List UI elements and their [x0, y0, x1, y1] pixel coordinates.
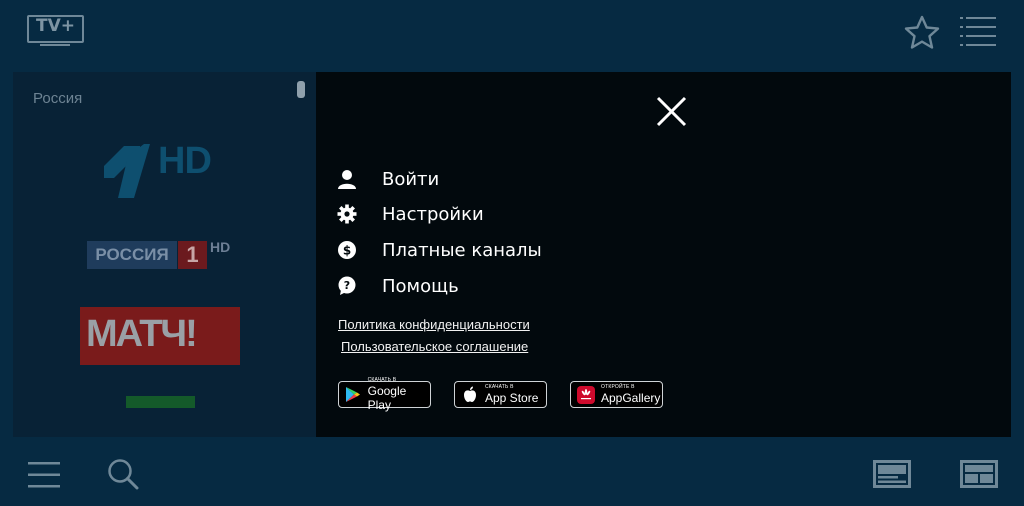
user-agreement-link[interactable]: Пользовательское соглашение [341, 339, 528, 354]
store-small-text: СКАЧАТЬ В [485, 384, 514, 390]
rossiya-hd: HD [210, 239, 231, 255]
user-icon [336, 168, 358, 190]
logo-stand [40, 44, 70, 46]
rossiya-one: 1 [178, 241, 207, 269]
channel-logo-rossiya-1-hd[interactable]: РОССИЯ 1 HD [87, 239, 237, 271]
menu-item-settings[interactable]: Настройки [336, 200, 484, 228]
gear-icon [336, 203, 358, 225]
store-name: Google Play [367, 384, 407, 412]
store-small-text: СКАЧАТЬ В [367, 377, 397, 383]
menu-item-label: Войти [382, 168, 440, 190]
match-text: МАТЧ! [86, 313, 198, 355]
app-gallery-button[interactable]: ОТКРОЙТЕ В AppGallery [570, 381, 663, 408]
channel-hd-label: HD [158, 140, 212, 182]
hamburger-icon[interactable] [28, 462, 60, 488]
svg-text:?: ? [344, 279, 350, 292]
grid-view-icon[interactable] [960, 460, 998, 488]
menu-item-label: Помощь [382, 275, 459, 297]
list-view-icon[interactable] [873, 460, 911, 488]
list-menu-icon[interactable] [960, 17, 996, 47]
store-small-text: ОТКРОЙТЕ В [601, 384, 635, 390]
close-icon[interactable] [655, 95, 688, 128]
store-name: AppGallery [601, 391, 661, 405]
rossiya-text: РОССИЯ [87, 241, 177, 269]
svg-text:$: $ [343, 244, 351, 258]
tv-plus-logo[interactable]: TV+ [27, 15, 84, 47]
menu-item-label: Платные каналы [382, 239, 542, 261]
apple-icon [455, 386, 485, 403]
scrollbar-thumb[interactable] [297, 81, 305, 98]
google-play-icon [339, 386, 368, 403]
menu-item-label: Настройки [382, 203, 484, 225]
channel-logo-4[interactable] [126, 396, 195, 408]
privacy-policy-link[interactable]: Политика конфиденциальности [338, 317, 530, 332]
dollar-icon: $ [336, 239, 358, 261]
channel-logo-perviy-hd[interactable]: HD [100, 138, 225, 200]
logo-text: TV+ [36, 16, 75, 36]
huawei-icon [571, 385, 601, 404]
channel-logo-match[interactable]: МАТЧ! [80, 307, 240, 365]
help-icon: ? [336, 275, 358, 297]
menu-item-paid-channels[interactable]: $ Платные каналы [336, 236, 542, 264]
store-name: App Store [485, 391, 539, 405]
app-store-button[interactable]: СКАЧАТЬ В App Store [454, 381, 547, 408]
menu-item-login[interactable]: Войти [336, 165, 439, 193]
menu-item-help[interactable]: ? Помощь [336, 272, 459, 300]
region-label: Россия [33, 90, 83, 107]
star-icon[interactable] [903, 14, 941, 52]
search-icon[interactable] [106, 457, 140, 491]
google-play-button[interactable]: СКАЧАТЬ В Google Play [338, 377, 431, 412]
